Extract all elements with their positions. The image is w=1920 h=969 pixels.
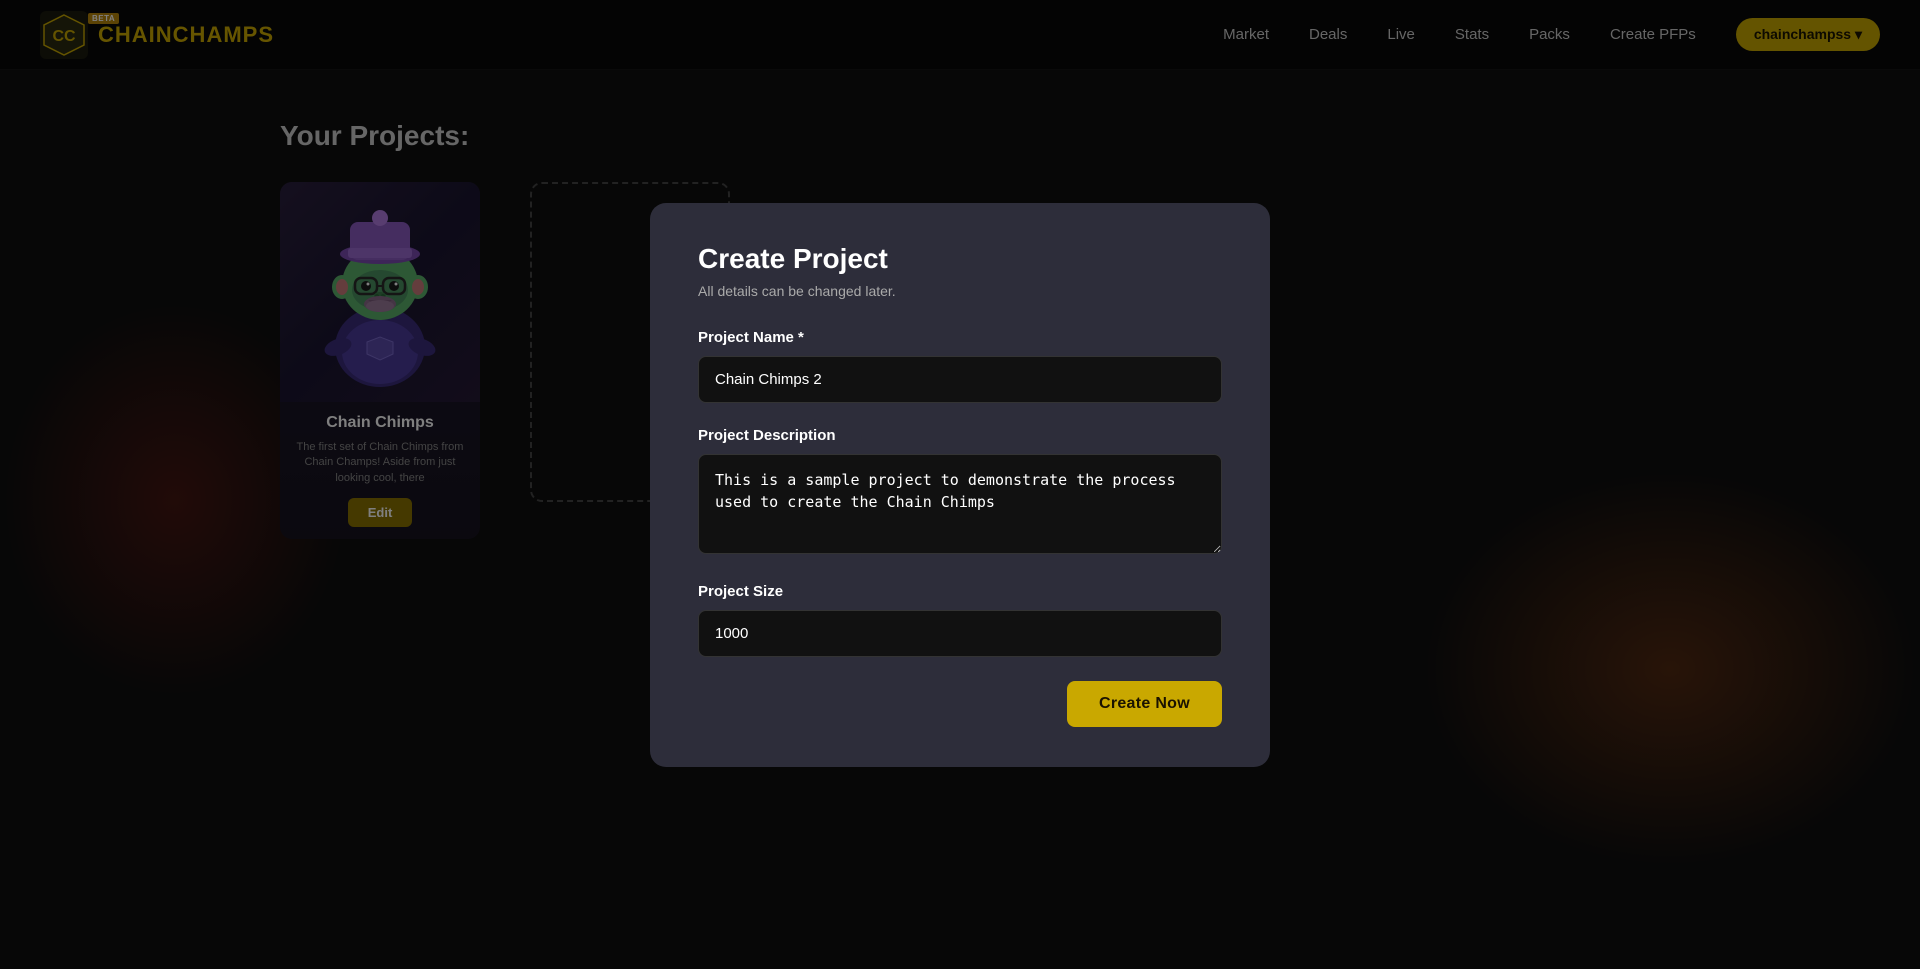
project-description-label: Project Description: [698, 427, 1222, 444]
project-name-input[interactable]: [698, 356, 1222, 403]
project-name-label: Project Name *: [698, 329, 1222, 346]
create-project-modal: Create Project All details can be change…: [650, 203, 1270, 767]
project-size-label: Project Size: [698, 583, 1222, 600]
modal-title: Create Project: [698, 243, 1222, 275]
project-size-group: Project Size: [698, 583, 1222, 657]
project-description-input[interactable]: [698, 454, 1222, 554]
modal-overlay: Create Project All details can be change…: [0, 0, 1920, 969]
project-size-input[interactable]: [698, 610, 1222, 657]
modal-footer: Create Now: [698, 681, 1222, 727]
project-name-group: Project Name *: [698, 329, 1222, 403]
project-description-group: Project Description: [698, 427, 1222, 559]
create-now-button[interactable]: Create Now: [1067, 681, 1222, 727]
modal-subtitle: All details can be changed later.: [698, 283, 1222, 299]
